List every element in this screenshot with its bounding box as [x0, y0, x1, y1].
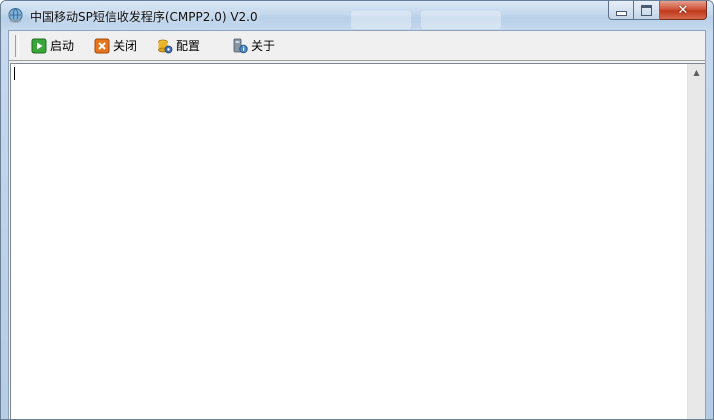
close-service-button[interactable]: 关闭 — [90, 35, 141, 57]
maximize-icon — [641, 4, 652, 16]
toolbar-grip[interactable] — [15, 34, 19, 57]
vertical-scrollbar[interactable]: ▲ — [687, 64, 705, 419]
minimize-button[interactable] — [608, 1, 634, 20]
caption-buttons: ✕ — [608, 1, 707, 21]
minimize-icon — [615, 10, 627, 16]
about-icon — [233, 38, 248, 53]
close-button[interactable]: ✕ — [660, 1, 707, 20]
app-window: 中国移动SP短信收发程序(CMPP2.0) V2.0 ✕ 启动 关闭 配置 关于… — [0, 0, 714, 420]
toolbar: 启动 关闭 配置 关于 — [9, 31, 705, 61]
start-button[interactable]: 启动 — [27, 35, 78, 57]
window-border-left — [1, 31, 8, 419]
log-textarea[interactable]: ▲ — [10, 63, 705, 419]
window-title: 中国移动SP短信收发程序(CMPP2.0) V2.0 — [30, 10, 258, 24]
stop-icon — [94, 38, 110, 53]
scroll-up-arrow-icon[interactable]: ▲ — [688, 64, 705, 81]
play-icon — [31, 38, 47, 53]
title-bar[interactable]: 中国移动SP短信收发程序(CMPP2.0) V2.0 ✕ — [1, 1, 713, 31]
about-button-label: 关于 — [251, 39, 276, 53]
config-button[interactable]: 配置 — [153, 35, 204, 57]
start-button-label: 启动 — [50, 39, 75, 53]
window-border-right — [706, 31, 713, 419]
globe-app-icon — [8, 8, 23, 23]
close-icon: ✕ — [677, 2, 689, 18]
config-button-label: 配置 — [176, 39, 201, 53]
text-caret — [14, 67, 15, 80]
client-area: 启动 关闭 配置 关于 ▲ — [8, 30, 706, 419]
about-button[interactable]: 关于 — [228, 35, 279, 57]
maximize-button[interactable] — [634, 1, 660, 20]
config-icon — [158, 39, 173, 53]
close-service-button-label: 关闭 — [113, 39, 138, 53]
